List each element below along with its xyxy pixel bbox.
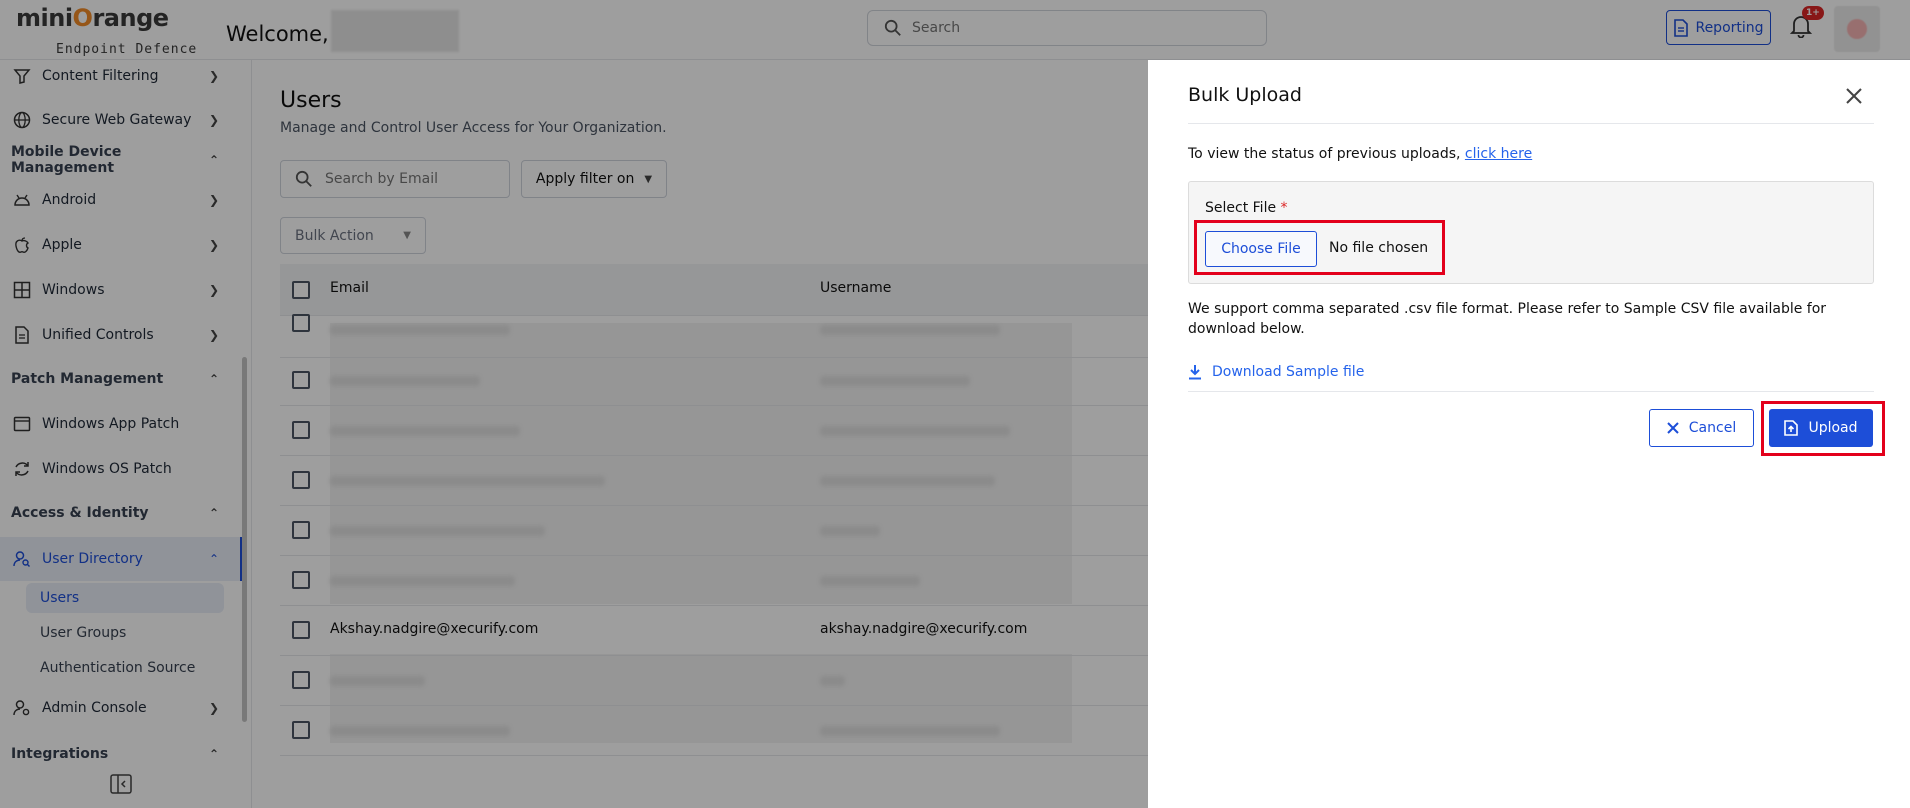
close-icon: [1667, 422, 1679, 434]
cancel-label: Cancel: [1688, 420, 1737, 436]
choose-file-button[interactable]: Choose File: [1205, 231, 1317, 267]
view-uploads-link[interactable]: click here: [1465, 146, 1532, 162]
close-icon[interactable]: [1842, 84, 1866, 108]
upload-label: Upload: [1808, 420, 1858, 436]
divider: [1188, 391, 1874, 392]
download-label: Download Sample file: [1212, 364, 1365, 380]
download-sample-link[interactable]: Download Sample file: [1188, 364, 1364, 380]
file-upload-icon: [1784, 420, 1799, 436]
upload-status-text: To view the status of previous uploads, …: [1188, 146, 1532, 162]
divider: [1188, 123, 1874, 124]
bulk-upload-drawer: Bulk Upload To view the status of previo…: [1148, 60, 1910, 808]
file-select-box: Select File * Choose File No file chosen: [1188, 181, 1874, 284]
select-file-label: Select File *: [1205, 200, 1288, 216]
download-icon: [1189, 365, 1201, 380]
status-text: To view the status of previous uploads,: [1188, 146, 1465, 162]
csv-support-text: We support comma separated .csv file for…: [1188, 301, 1827, 337]
select-file-text: Select File: [1205, 200, 1281, 216]
cancel-button[interactable]: Cancel: [1649, 409, 1754, 447]
upload-button[interactable]: Upload: [1769, 409, 1873, 447]
required-mark: *: [1280, 200, 1288, 216]
no-file-chosen-text: No file chosen: [1329, 240, 1429, 256]
drawer-title: Bulk Upload: [1188, 84, 1302, 106]
